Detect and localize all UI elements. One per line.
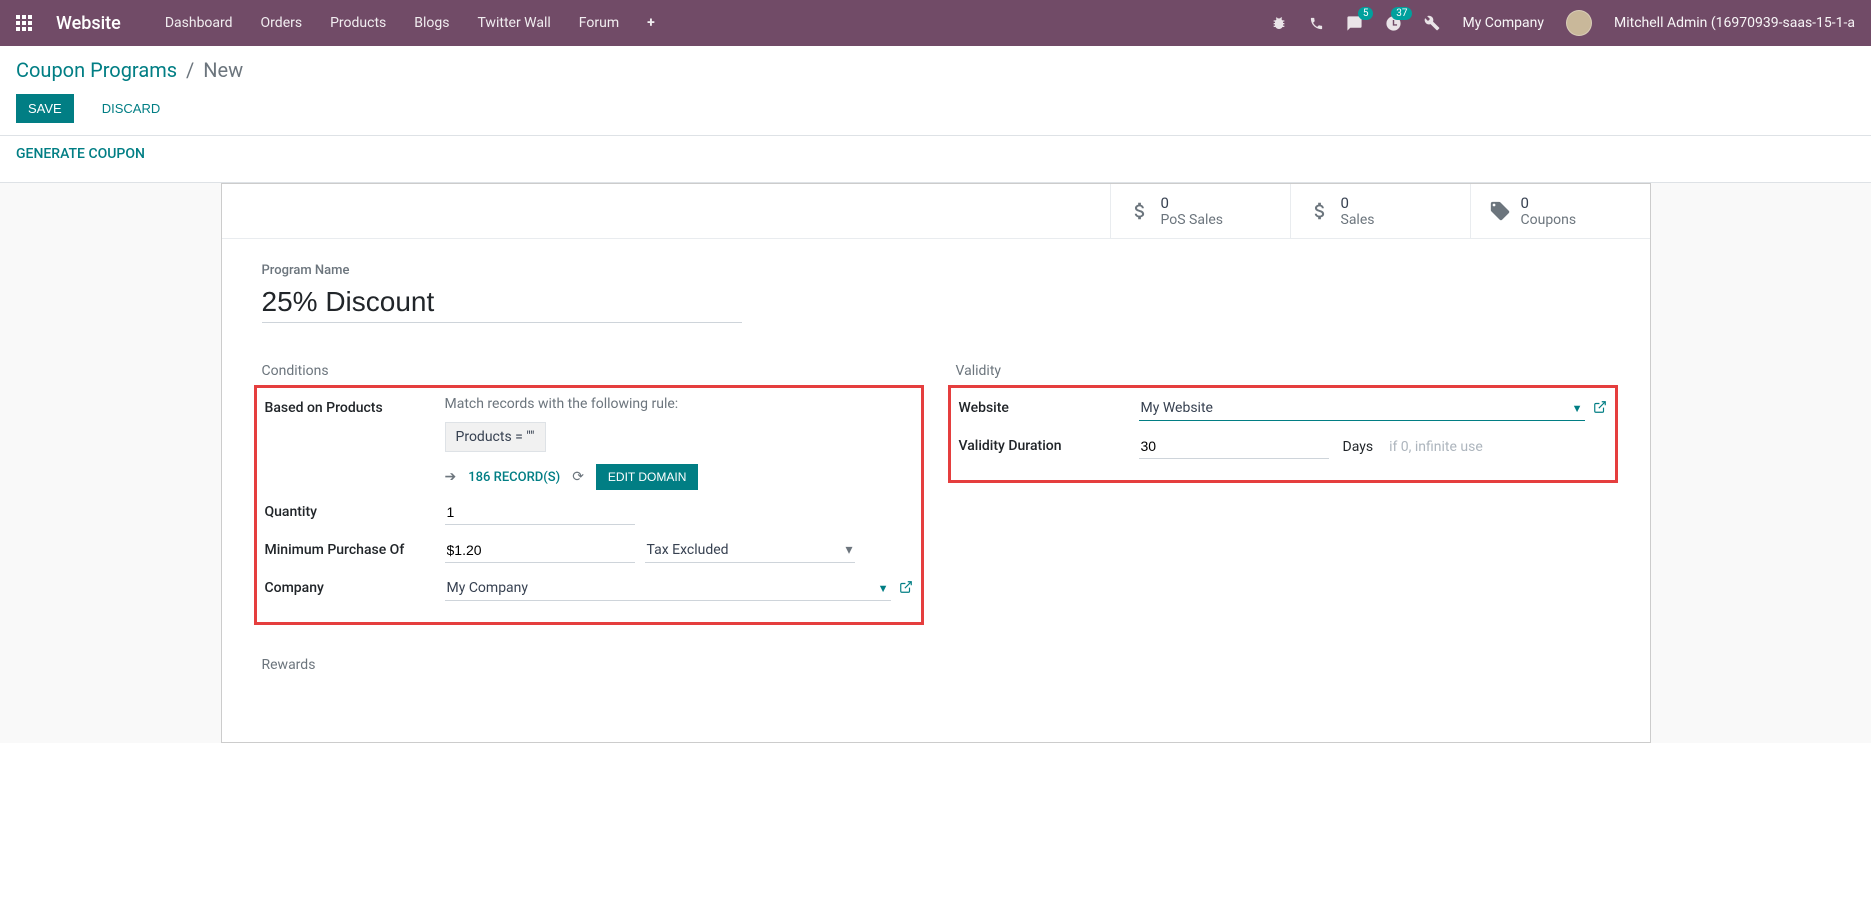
- stat-sales-label: Sales: [1341, 212, 1375, 228]
- breadcrumb-parent[interactable]: Coupon Programs: [16, 58, 177, 82]
- conditions-column: Conditions Based on Products Match recor…: [262, 363, 916, 673]
- nav-item-twitter-wall[interactable]: Twitter Wall: [477, 15, 550, 31]
- website-label: Website: [959, 396, 1139, 416]
- nav-right: 5 37 My Company Mitchell Admin (16970939…: [1271, 10, 1855, 36]
- status-bar: GENERATE COUPON: [0, 136, 1871, 172]
- activities-badge: 37: [1391, 7, 1412, 20]
- program-name-input[interactable]: [262, 282, 742, 323]
- save-button[interactable]: SAVE: [16, 94, 74, 123]
- external-link-icon[interactable]: [1593, 400, 1607, 418]
- validity-highlight: Website My Website ▼: [948, 385, 1618, 483]
- breadcrumb-separator: /: [186, 58, 194, 82]
- nav-item-add[interactable]: +: [647, 15, 655, 31]
- days-label: Days: [1343, 439, 1374, 455]
- conditions-highlight: Based on Products Match records with the…: [254, 385, 924, 625]
- stat-pos-sales-label: PoS Sales: [1161, 212, 1224, 228]
- dollar-icon: [1129, 200, 1151, 222]
- stat-buttons: 0 PoS Sales 0 Sales 0 Coupons: [222, 184, 1650, 239]
- stat-sales[interactable]: 0 Sales: [1290, 184, 1470, 238]
- tax-select-value: Tax Excluded: [647, 542, 729, 558]
- control-buttons: SAVE DISCARD: [16, 94, 1855, 123]
- user-avatar-icon[interactable]: [1566, 10, 1592, 36]
- messages-icon[interactable]: 5: [1346, 15, 1363, 32]
- stat-coupons-value: 0: [1521, 194, 1577, 212]
- messages-badge: 5: [1358, 7, 1374, 20]
- control-panel: Coupon Programs / New SAVE DISCARD: [0, 46, 1871, 123]
- program-name-label: Program Name: [262, 263, 1610, 278]
- bug-icon[interactable]: [1271, 15, 1287, 31]
- tag-icon: [1489, 200, 1511, 222]
- chevron-down-icon: ▼: [878, 582, 889, 595]
- rewards-title: Rewards: [262, 657, 916, 673]
- stat-pos-sales-value: 0: [1161, 194, 1224, 212]
- validity-hint: if 0, infinite use: [1389, 439, 1483, 455]
- nav-user[interactable]: Mitchell Admin (16970939-saas-15-1-a: [1614, 15, 1855, 31]
- nav-company[interactable]: My Company: [1462, 15, 1544, 31]
- validity-duration-input[interactable]: [1139, 434, 1329, 459]
- external-link-icon[interactable]: [899, 580, 913, 598]
- arrow-right-icon: ➔: [445, 469, 457, 485]
- validity-title: Validity: [956, 363, 1610, 379]
- nav-menu: Dashboard Orders Products Blogs Twitter …: [165, 15, 655, 31]
- dollar-icon: [1309, 200, 1331, 222]
- company-select[interactable]: My Company ▼: [445, 576, 891, 601]
- quantity-input[interactable]: [445, 500, 635, 525]
- chevron-down-icon: ▼: [1572, 402, 1583, 415]
- quantity-label: Quantity: [265, 500, 445, 520]
- nav-brand[interactable]: Website: [56, 13, 121, 34]
- refresh-icon[interactable]: ⟳: [572, 469, 584, 485]
- domain-chip[interactable]: Products = "": [445, 422, 546, 452]
- stat-coupons[interactable]: 0 Coupons: [1470, 184, 1650, 238]
- nav-item-products[interactable]: Products: [330, 15, 386, 31]
- discard-button[interactable]: DISCARD: [90, 94, 173, 123]
- records-link[interactable]: 186 RECORD(S): [468, 470, 560, 485]
- nav-item-blogs[interactable]: Blogs: [414, 15, 449, 31]
- nav-item-forum[interactable]: Forum: [579, 15, 619, 31]
- form-body: Program Name Conditions Based on Product…: [222, 239, 1650, 697]
- website-select-value: My Website: [1141, 400, 1213, 416]
- website-select[interactable]: My Website ▼: [1139, 396, 1585, 421]
- company-label: Company: [265, 576, 445, 596]
- top-navbar: Website Dashboard Orders Products Blogs …: [0, 0, 1871, 46]
- min-purchase-input[interactable]: [445, 538, 635, 563]
- stat-coupons-label: Coupons: [1521, 212, 1577, 228]
- apps-icon[interactable]: [16, 15, 32, 31]
- breadcrumb-current: New: [203, 58, 243, 82]
- nav-item-orders[interactable]: Orders: [261, 15, 303, 31]
- phone-icon[interactable]: [1309, 16, 1324, 31]
- form-sheet: 0 PoS Sales 0 Sales 0 Coupons: [221, 183, 1651, 743]
- validity-duration-label: Validity Duration: [959, 434, 1139, 454]
- form-columns: Conditions Based on Products Match recor…: [262, 363, 1610, 673]
- edit-domain-button[interactable]: EDIT DOMAIN: [596, 464, 698, 490]
- activities-icon[interactable]: 37: [1385, 15, 1402, 32]
- based-on-products-label: Based on Products: [265, 396, 445, 416]
- generate-coupon-button[interactable]: GENERATE COUPON: [16, 146, 145, 162]
- match-rule-text: Match records with the following rule:: [445, 396, 913, 412]
- tools-icon[interactable]: [1424, 15, 1440, 31]
- breadcrumb: Coupon Programs / New: [16, 58, 1855, 82]
- nav-left: Website Dashboard Orders Products Blogs …: [16, 13, 655, 34]
- company-select-value: My Company: [447, 580, 529, 596]
- validity-column: Validity Website My Website ▼: [956, 363, 1610, 673]
- form-sheet-background: 0 PoS Sales 0 Sales 0 Coupons: [0, 183, 1871, 743]
- min-purchase-label: Minimum Purchase Of: [265, 538, 445, 558]
- nav-item-dashboard[interactable]: Dashboard: [165, 15, 233, 31]
- stat-sales-value: 0: [1341, 194, 1375, 212]
- conditions-title: Conditions: [262, 363, 916, 379]
- stat-pos-sales[interactable]: 0 PoS Sales: [1110, 184, 1290, 238]
- tax-select[interactable]: Tax Excluded ▾: [645, 538, 855, 563]
- chevron-down-icon: ▾: [845, 542, 852, 558]
